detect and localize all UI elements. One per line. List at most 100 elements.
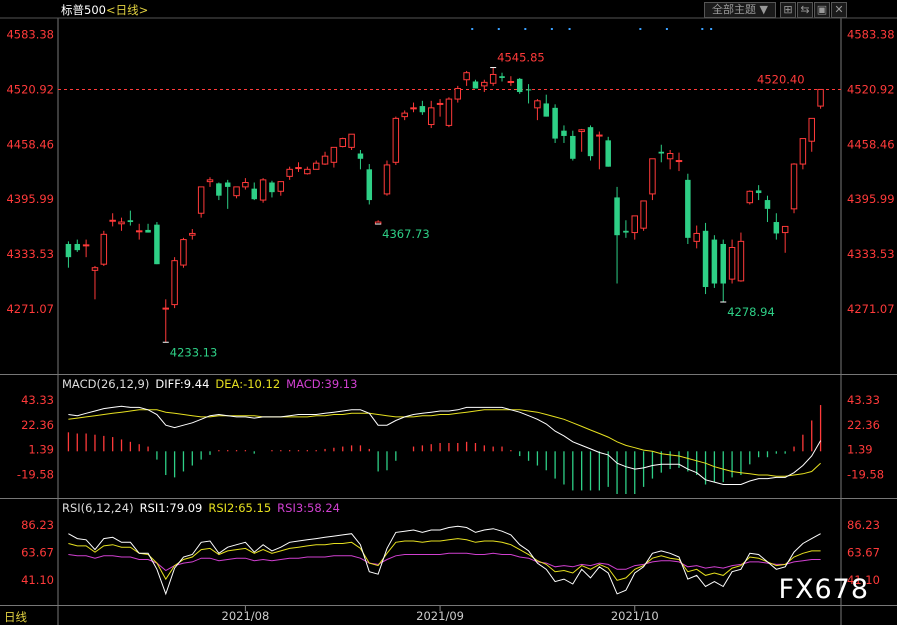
candle-body — [286, 168, 293, 177]
candle-body — [277, 181, 285, 192]
candle-body — [206, 179, 214, 183]
rsi1-line — [68, 525, 821, 596]
period-bracket-close: > — [138, 3, 149, 17]
candle-body — [499, 76, 505, 78]
theme-dropdown[interactable]: 全部主题 ▼ — [704, 2, 776, 18]
candle-body — [685, 179, 691, 238]
candle-body — [472, 81, 479, 89]
candle-body — [808, 117, 815, 142]
y-tick-label: 86.23 — [847, 518, 880, 532]
price-annotation: 4520.40 — [757, 72, 805, 86]
candle-body — [781, 225, 789, 234]
candle-body — [171, 260, 178, 306]
candle-body — [259, 179, 267, 201]
candle-body — [525, 89, 532, 91]
candle-body — [764, 200, 771, 209]
bottom-period-label[interactable]: 日线 — [4, 609, 27, 625]
candle-body — [401, 112, 408, 118]
candle-body — [799, 138, 807, 165]
candle-body — [454, 88, 462, 100]
y-tick-label: 4520.92 — [847, 82, 895, 96]
macd-legend-diff: DIFF:9.44 — [155, 377, 209, 391]
event-dot — [471, 28, 474, 30]
dock-icon[interactable]: ▣ — [814, 2, 830, 18]
candle-body — [463, 72, 470, 81]
rsi3-line — [68, 552, 821, 572]
candle-body — [154, 224, 160, 265]
y-tick-label: 4333.53 — [847, 247, 895, 261]
candle-body — [427, 107, 435, 126]
y-tick-label: 4458.46 — [847, 137, 895, 151]
symbol-name: 标普500 — [61, 3, 106, 17]
candle-body — [295, 167, 302, 170]
y-tick-label: 4271.07 — [6, 302, 54, 316]
candle-body — [755, 190, 762, 194]
candle-body — [561, 130, 567, 136]
candle-body — [658, 151, 665, 154]
x-tick-label: 2021/10 — [611, 609, 659, 623]
candle-body — [711, 239, 718, 284]
candle-body — [366, 169, 373, 201]
y-tick-label: 86.23 — [21, 518, 54, 532]
candle-body — [543, 103, 550, 117]
y-tick-label: 4395.99 — [6, 192, 54, 206]
candle-body — [693, 232, 700, 242]
candle-body — [383, 164, 391, 195]
candle-body — [224, 182, 231, 187]
candle-body — [109, 219, 116, 222]
theme-dropdown-label: 全部主题 — [712, 3, 757, 16]
rsi-legend-name: RSI(6,12,24) — [62, 501, 134, 515]
candle-body — [82, 244, 90, 247]
rsi-legend-rsi3: RSI3:58.24 — [277, 501, 340, 515]
candle-body — [242, 182, 249, 188]
candle-body — [773, 222, 780, 234]
candle-body — [127, 220, 134, 223]
chart-title: 标普500<日线> — [61, 2, 148, 18]
candle-body — [216, 183, 222, 196]
candle-body — [746, 190, 754, 204]
x-tick-label: 2021/08 — [222, 609, 270, 623]
candle-body — [649, 158, 656, 195]
candle-body — [91, 267, 99, 271]
candle-body — [100, 233, 108, 265]
diff-line — [68, 405, 822, 485]
candle-body — [180, 239, 187, 266]
event-dot — [701, 28, 704, 30]
event-dot — [568, 28, 571, 30]
restore-icon[interactable]: ⇆ — [797, 2, 813, 18]
y-tick-label: 4583.38 — [847, 28, 895, 42]
watermark-logo: FX678 — [778, 574, 869, 605]
candle-body — [552, 107, 558, 139]
candle-body — [534, 100, 541, 109]
candle-body — [162, 307, 170, 310]
y-tick-label: 4520.92 — [6, 82, 54, 96]
x-tick-label: 2021/09 — [416, 609, 464, 623]
macd-legend-macd: MACD:39.13 — [286, 377, 357, 391]
candle-body — [321, 155, 329, 165]
candle-body — [728, 247, 736, 280]
candle-body — [640, 200, 647, 229]
candle-body — [790, 163, 798, 210]
event-dot — [497, 28, 500, 30]
y-tick-label: 43.33 — [847, 393, 880, 407]
candle-body — [436, 102, 444, 105]
candle-body — [410, 107, 417, 110]
crosshair-icon[interactable]: ⊞ — [780, 2, 796, 18]
macd-legend-name: MACD(26,12,9) — [62, 377, 149, 391]
candle-body — [605, 140, 611, 167]
event-dot — [639, 28, 642, 30]
candle-body — [623, 230, 629, 233]
chart-canvas[interactable]: 4583.38 4583.38 4520.92 4520.92 4458.46 4458.… — [0, 0, 897, 625]
close-icon[interactable]: ✕ — [831, 2, 847, 18]
candle-body — [737, 240, 745, 282]
event-dot — [665, 28, 668, 30]
candle-body — [507, 80, 515, 83]
dea-line — [68, 409, 821, 477]
candle-body — [189, 232, 196, 236]
y-tick-label: 4458.46 — [6, 137, 54, 151]
event-dot — [524, 28, 527, 30]
period-label[interactable]: 日线 — [116, 3, 139, 17]
candle-body — [720, 243, 726, 284]
period-bracket-open: < — [105, 3, 116, 17]
y-tick-label: 1.39 — [847, 443, 873, 457]
